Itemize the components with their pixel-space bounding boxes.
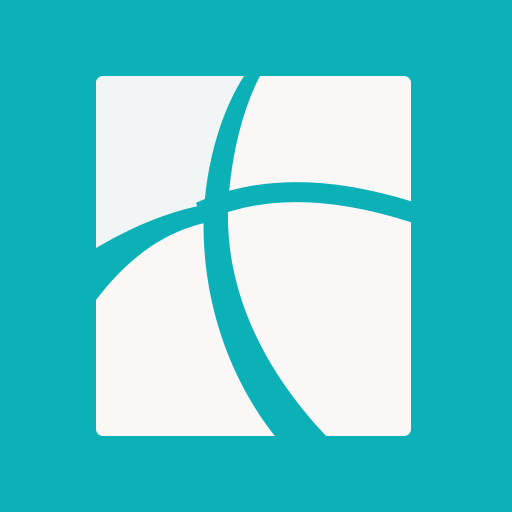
app-icon-canvas bbox=[0, 0, 512, 512]
abstract-quadrant-logo-icon bbox=[96, 76, 411, 436]
